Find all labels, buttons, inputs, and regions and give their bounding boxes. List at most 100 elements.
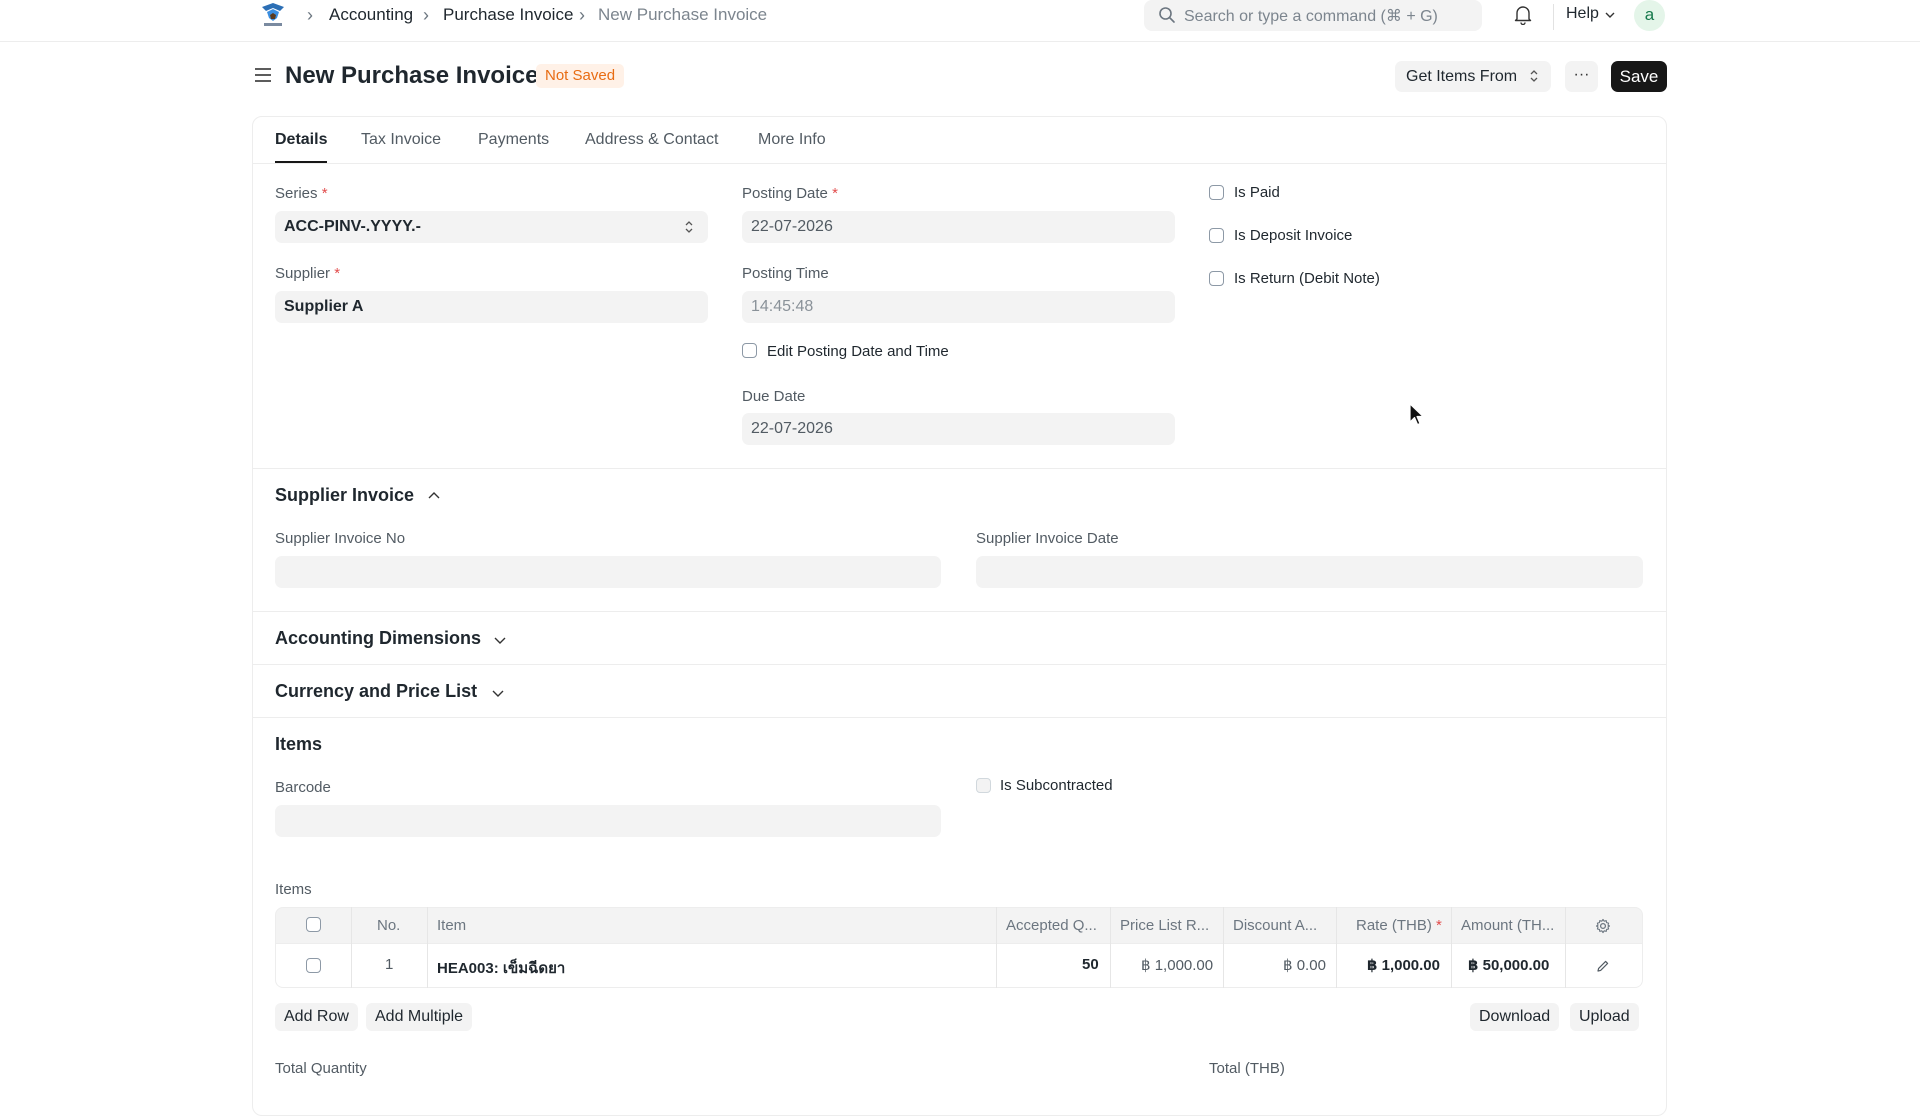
column-divider bbox=[427, 907, 428, 988]
section-divider bbox=[252, 664, 1667, 665]
tab-tax-invoice[interactable]: Tax Invoice bbox=[361, 131, 441, 149]
column-header-discount-amount[interactable]: Discount A... bbox=[1233, 917, 1317, 934]
breadcrumb-current: New Purchase Invoice bbox=[598, 5, 768, 24]
status-badge: Not Saved bbox=[536, 64, 625, 88]
due-date-label: Due Date bbox=[742, 388, 806, 405]
app-logo-icon[interactable] bbox=[258, 1, 288, 29]
page-title: New Purchase Invoice bbox=[285, 62, 539, 89]
chevron-down-icon[interactable] bbox=[493, 634, 507, 646]
row-select-checkbox[interactable] bbox=[306, 958, 321, 973]
posting-time-label: Posting Time bbox=[742, 265, 829, 282]
edit-pencil-icon[interactable] bbox=[1596, 959, 1610, 973]
supplier-invoice-section-title[interactable]: Supplier Invoice bbox=[275, 485, 414, 506]
save-button[interactable]: Save bbox=[1611, 61, 1667, 92]
items-table-label: Items bbox=[275, 881, 312, 898]
more-actions-button[interactable]: ··· bbox=[1565, 61, 1598, 92]
is-deposit-invoice-label: Is Deposit Invoice bbox=[1234, 227, 1353, 244]
select-all-checkbox[interactable] bbox=[306, 917, 321, 932]
is-return-label: Is Return (Debit Note) bbox=[1234, 270, 1380, 287]
breadcrumb-accounting[interactable]: Accounting bbox=[329, 5, 413, 25]
column-divider bbox=[1223, 907, 1224, 988]
tab-payments[interactable]: Payments bbox=[478, 131, 549, 149]
column-header-accepted-qty[interactable]: Accepted Q... bbox=[1006, 917, 1097, 934]
is-subcontracted-checkbox[interactable] bbox=[976, 778, 991, 793]
series-value: ACC-PINV-.YYYY.- bbox=[284, 218, 421, 235]
supplier-invoice-date-input[interactable] bbox=[976, 556, 1643, 588]
column-header-rate[interactable]: Rate (THB) * bbox=[1356, 917, 1442, 934]
chevron-down-icon[interactable] bbox=[491, 687, 505, 699]
column-divider bbox=[1336, 907, 1337, 988]
chevron-up-icon[interactable] bbox=[427, 490, 441, 502]
row-discount-amount[interactable]: ฿ 0.00 bbox=[1283, 956, 1326, 974]
accounting-dimensions-section-title[interactable]: Accounting Dimensions bbox=[275, 628, 481, 649]
avatar[interactable]: a bbox=[1634, 0, 1665, 31]
top-navbar: › Accounting › Purchase Invoice › New Pu… bbox=[0, 0, 1920, 42]
barcode-label: Barcode bbox=[275, 779, 331, 796]
chevron-right-icon: › bbox=[307, 5, 313, 25]
column-header-price-list-rate[interactable]: Price List R... bbox=[1120, 917, 1209, 934]
column-header-no: No. bbox=[377, 917, 401, 934]
edit-posting-label: Edit Posting Date and Time bbox=[767, 343, 949, 360]
mouse-cursor-icon bbox=[1409, 403, 1424, 426]
row-item[interactable]: HEA003: เข็มฉีดยา bbox=[437, 956, 565, 980]
supplier-invoice-date-label: Supplier Invoice Date bbox=[976, 530, 1119, 547]
active-tab-indicator bbox=[275, 161, 327, 163]
supplier-invoice-no-label: Supplier Invoice No bbox=[275, 530, 406, 547]
bell-icon[interactable] bbox=[1514, 5, 1532, 25]
items-section-title: Items bbox=[275, 734, 323, 754]
help-menu[interactable]: Help bbox=[1566, 5, 1599, 23]
chevron-down-icon[interactable] bbox=[1604, 9, 1616, 21]
posting-date-label: Posting Date * bbox=[742, 185, 838, 202]
search-bar[interactable]: Search or type a command (⌘ + G) bbox=[1144, 0, 1482, 31]
is-deposit-invoice-checkbox[interactable] bbox=[1209, 228, 1224, 243]
supplier-input[interactable]: Supplier A bbox=[275, 291, 708, 323]
get-items-from-button[interactable]: Get Items From bbox=[1395, 61, 1551, 92]
is-paid-label: Is Paid bbox=[1234, 184, 1280, 201]
column-divider bbox=[1110, 907, 1111, 988]
sort-icon bbox=[1530, 70, 1538, 82]
hamburger-menu-icon[interactable] bbox=[254, 66, 272, 84]
get-items-from-label: Get Items From bbox=[1406, 68, 1518, 85]
row-rate[interactable]: ฿ 1,000.00 bbox=[1367, 956, 1440, 974]
posting-date-field[interactable]: 22-07-2026 bbox=[742, 211, 1175, 243]
chevron-right-icon: › bbox=[423, 5, 429, 25]
tab-more-info[interactable]: More Info bbox=[758, 131, 826, 149]
posting-time-field[interactable]: 14:45:48 bbox=[742, 291, 1175, 323]
download-button[interactable]: Download bbox=[1470, 1003, 1560, 1031]
search-icon bbox=[1159, 7, 1175, 23]
due-date-field[interactable]: 22-07-2026 bbox=[742, 413, 1175, 445]
section-divider bbox=[252, 611, 1667, 612]
supplier-invoice-no-input[interactable] bbox=[275, 556, 941, 588]
column-divider bbox=[1565, 907, 1566, 988]
column-divider bbox=[351, 907, 352, 988]
row-amount[interactable]: ฿ 50,000.00 bbox=[1468, 956, 1549, 974]
row-price-list-rate[interactable]: ฿ 1,000.00 bbox=[1141, 956, 1213, 974]
search-placeholder: Search or type a command (⌘ + G) bbox=[1184, 8, 1438, 25]
tab-address-contact[interactable]: Address & Contact bbox=[585, 131, 718, 149]
total-label: Total (THB) bbox=[1209, 1060, 1285, 1077]
tab-details[interactable]: Details bbox=[275, 131, 327, 149]
series-label: Series * bbox=[275, 185, 328, 202]
column-divider bbox=[996, 907, 997, 988]
currency-price-list-section-title[interactable]: Currency and Price List bbox=[275, 681, 477, 702]
add-row-button[interactable]: Add Row bbox=[275, 1003, 358, 1031]
series-select[interactable]: ACC-PINV-.YYYY.- bbox=[275, 211, 708, 243]
barcode-input[interactable] bbox=[275, 805, 941, 837]
sort-icon bbox=[685, 221, 693, 233]
tab-bar bbox=[252, 116, 1667, 164]
upload-button[interactable]: Upload bbox=[1570, 1003, 1639, 1031]
navbar-divider bbox=[1553, 4, 1554, 30]
column-divider bbox=[1451, 907, 1452, 988]
column-header-amount[interactable]: Amount (TH... bbox=[1461, 917, 1554, 934]
supplier-label: Supplier * bbox=[275, 265, 341, 282]
is-subcontracted-label: Is Subcontracted bbox=[1000, 777, 1113, 794]
column-header-item[interactable]: Item bbox=[437, 917, 466, 934]
section-divider bbox=[252, 468, 1667, 469]
breadcrumb-purchase-invoice[interactable]: Purchase Invoice bbox=[443, 5, 573, 25]
is-paid-checkbox[interactable] bbox=[1209, 185, 1224, 200]
add-multiple-button[interactable]: Add Multiple bbox=[366, 1003, 473, 1031]
settings-gear-icon[interactable] bbox=[1595, 918, 1611, 934]
is-return-checkbox[interactable] bbox=[1209, 271, 1224, 286]
row-accepted-qty[interactable]: 50 bbox=[1082, 956, 1099, 973]
edit-posting-checkbox[interactable] bbox=[742, 343, 757, 358]
